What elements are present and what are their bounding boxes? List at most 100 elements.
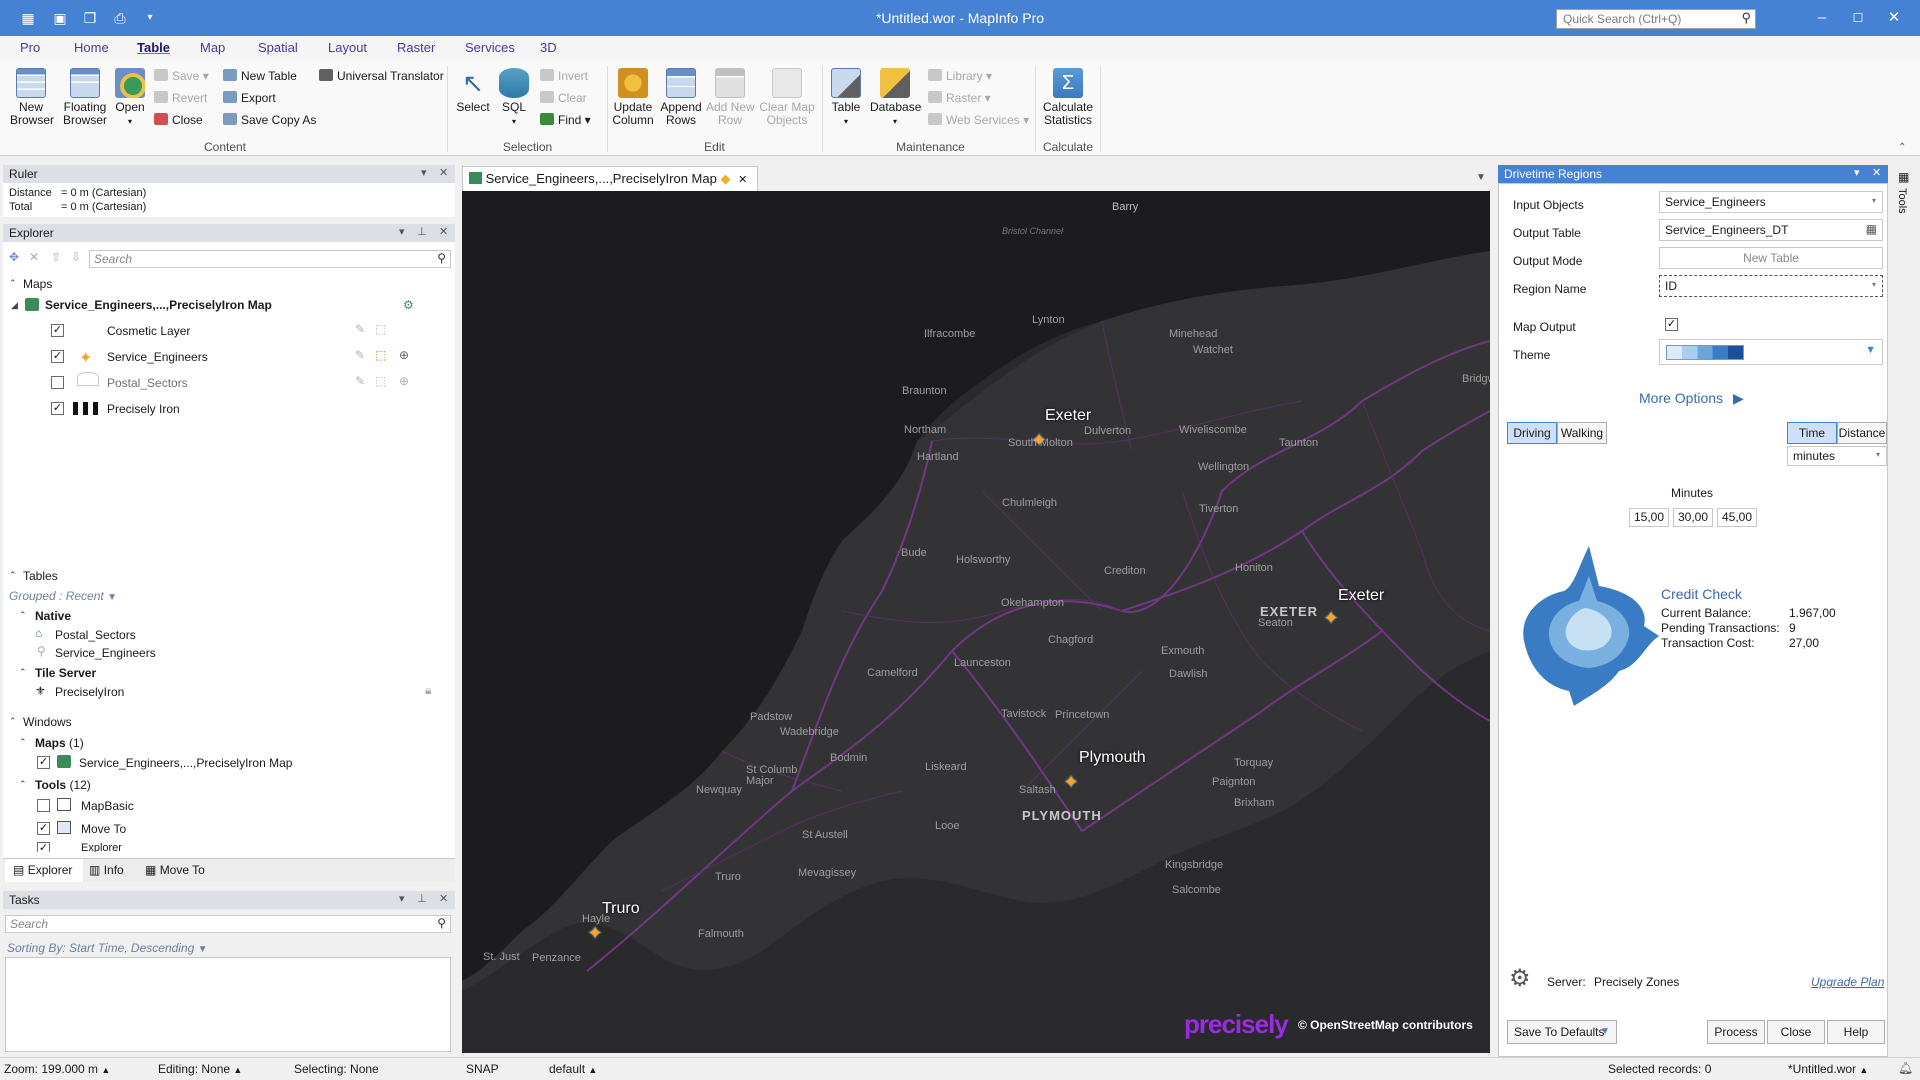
find-button[interactable]: Find ▾ <box>540 113 591 127</box>
more-options-link[interactable]: More Options ▶ <box>1639 390 1744 407</box>
new-browser-button[interactable]: New Browser <box>10 68 54 127</box>
remove-icon[interactable]: ✕ <box>29 250 39 264</box>
close-window-button[interactable]: ✕ <box>1878 6 1910 30</box>
tab-home[interactable]: Home <box>74 40 109 55</box>
explorer-close-icon[interactable]: ✕ <box>439 225 448 238</box>
move-up-icon[interactable]: ⇧ <box>51 250 61 264</box>
map-canvas[interactable]: Barry Bristol Channel Lynton Ilfracombe … <box>462 191 1490 1053</box>
ruler-close-icon[interactable]: ✕ <box>439 166 448 179</box>
save-copy-as-button[interactable]: Save Copy As <box>223 113 316 127</box>
map-window-checkbox[interactable]: ✓ <box>37 756 50 769</box>
edit-pencil-icon[interactable]: ✎ <box>355 348 365 362</box>
workspace-status[interactable]: *Untitled.wor ▲ <box>1788 1062 1868 1076</box>
clear-map-objects-button[interactable]: Clear Map Objects <box>758 68 816 127</box>
collapse-triangle-icon[interactable]: ⌃ <box>9 278 17 289</box>
tasks-dropdown-icon[interactable]: ▾ <box>399 892 405 905</box>
ruler-dropdown-icon[interactable]: ▾ <box>421 166 427 179</box>
cosmetic-layer-checkbox[interactable]: ✓ <box>51 324 64 337</box>
edit-pencil-icon[interactable]: ✎ <box>355 322 365 336</box>
add-new-row-button[interactable]: Add New Row <box>706 68 755 127</box>
mapbasic-item[interactable]: MapBasic <box>81 799 134 813</box>
invert-button[interactable]: Invert <box>540 69 588 83</box>
clear-selection-button[interactable]: Clear <box>540 91 587 105</box>
floating-browser-button[interactable]: Floating Browser <box>62 68 108 127</box>
selectable-icon[interactable]: ⬚ <box>375 374 386 388</box>
quick-search-input[interactable]: Quick Search (Ctrl+Q) ⚲ <box>1556 9 1756 29</box>
tab-table[interactable]: Table <box>137 40 170 55</box>
universal-translator-button[interactable]: Universal Translator <box>319 69 444 83</box>
map-document-tab[interactable]: Service_Engineers,...,PreciselyIron Map … <box>462 166 758 191</box>
service-engineers-table[interactable]: Service_Engineers <box>55 646 156 660</box>
web-services-button[interactable]: Web Services ▾ <box>928 113 1029 127</box>
walking-toggle[interactable]: Walking <box>1557 422 1607 444</box>
unit-select[interactable]: minutes ▾ <box>1787 446 1887 466</box>
theme-select[interactable]: ▼ <box>1659 339 1883 365</box>
time-toggle[interactable]: Time <box>1787 422 1837 444</box>
zoom-status[interactable]: Zoom: 199.000 m ▲ <box>4 1062 110 1076</box>
maximize-button[interactable]: ☐ <box>1842 6 1874 30</box>
output-table-input[interactable]: Service_Engineers_DT ▦ <box>1659 219 1883 241</box>
table-browse-icon[interactable]: ▦ <box>1866 222 1877 236</box>
collapse-triangle-icon[interactable]: ⌃ <box>19 779 27 790</box>
close-button[interactable]: Close <box>1767 1020 1825 1044</box>
tab-raster[interactable]: Raster <box>397 40 435 55</box>
collapse-triangle-icon[interactable]: ⌃ <box>19 737 27 748</box>
add-icon[interactable]: ✥ <box>9 250 19 264</box>
label-globe-icon[interactable]: ⊕ <box>399 374 409 388</box>
move-to-item[interactable]: Move To <box>81 822 126 836</box>
projection-status[interactable]: default ▲ <box>549 1062 597 1076</box>
save-button[interactable]: Save ▾ <box>154 69 209 83</box>
distance-toggle[interactable]: Distance <box>1837 422 1887 444</box>
explorer-tool-checkbox[interactable]: ✓ <box>37 842 50 852</box>
layer-control-icon[interactable]: ⚙ <box>403 298 414 312</box>
save-to-defaults-button[interactable]: Save To Defaults ▼ <box>1507 1020 1617 1044</box>
select-button[interactable]: ↖ Select <box>455 68 491 114</box>
map-tree-item[interactable]: Service_Engineers,...,PreciselyIron Map <box>45 298 272 312</box>
explorer-search-input[interactable]: Search ⚲ <box>89 250 451 268</box>
drivetime-close-icon[interactable]: ✕ <box>1872 166 1881 179</box>
tasks-search-input[interactable]: Search ⚲ <box>5 915 451 933</box>
move-to-checkbox[interactable]: ✓ <box>37 822 50 835</box>
sorting-dropdown[interactable]: Sorting By: Start Time, Descending ▼ <box>7 941 208 955</box>
engineer-star-icon[interactable]: ✦ <box>586 924 604 942</box>
upgrade-plan-link[interactable]: Upgrade Plan <box>1811 975 1884 989</box>
tab-spatial[interactable]: Spatial <box>258 40 298 55</box>
editing-status[interactable]: Editing: None ▲ <box>158 1062 242 1076</box>
selectable-icon[interactable]: ⬚ <box>375 322 386 336</box>
database-button[interactable]: Database ▾ <box>870 68 921 128</box>
calculate-statistics-button[interactable]: Σ Calculate Statistics <box>1040 68 1096 127</box>
precisely-iron-label[interactable]: Precisely Iron <box>107 402 180 416</box>
postal-sectors-table[interactable]: Postal_Sectors <box>55 628 136 642</box>
input-objects-select[interactable]: Service_Engineers ▾ <box>1659 191 1883 213</box>
map-output-checkbox[interactable]: ✓ <box>1665 318 1678 331</box>
raster-button[interactable]: Raster ▾ <box>928 91 991 105</box>
driving-toggle[interactable]: Driving <box>1507 422 1557 444</box>
move-down-icon[interactable]: ⇩ <box>71 250 81 264</box>
precisely-iron-checkbox[interactable]: ✓ <box>51 402 64 415</box>
snap-toggle[interactable]: SNAP <box>466 1062 499 1076</box>
tasks-close-icon[interactable]: ✕ <box>439 892 448 905</box>
revert-button[interactable]: Revert <box>154 91 207 105</box>
service-engineers-label[interactable]: Service_Engineers <box>107 350 208 364</box>
collapse-triangle-icon[interactable]: ⌃ <box>9 570 17 581</box>
engineer-star-icon[interactable]: ✦ <box>1322 609 1340 627</box>
interval-input-1[interactable]: 15,00 <box>1629 508 1669 527</box>
output-mode-field[interactable]: New Table <box>1659 247 1883 269</box>
append-rows-button[interactable]: Append Rows <box>660 68 702 127</box>
open-button[interactable]: Open ▾ <box>114 68 146 128</box>
grouped-dropdown[interactable]: Grouped : Recent ▼ <box>9 589 117 603</box>
tab-layout[interactable]: Layout <box>328 40 367 55</box>
explorer-pin-icon[interactable]: ⊥ <box>417 225 427 238</box>
process-button[interactable]: Process <box>1707 1020 1765 1044</box>
map-window-item[interactable]: Service_Engineers,...,PreciselyIron Map <box>79 756 292 770</box>
tab-3d[interactable]: 3D <box>540 40 557 55</box>
label-globe-icon[interactable]: ⊕ <box>399 348 409 362</box>
tab-map[interactable]: Map <box>200 40 225 55</box>
explorer-tool-item[interactable]: Explorer <box>81 842 122 852</box>
region-name-select[interactable]: ID ▾ <box>1659 275 1883 297</box>
explorer-dropdown-icon[interactable]: ▾ <box>399 225 405 238</box>
tools-side-tab[interactable]: ▦ Tools <box>1894 168 1916 228</box>
table-maintenance-button[interactable]: Table ▾ <box>828 68 864 128</box>
interval-input-3[interactable]: 45,00 <box>1717 508 1757 527</box>
export-button[interactable]: Export <box>223 91 276 105</box>
